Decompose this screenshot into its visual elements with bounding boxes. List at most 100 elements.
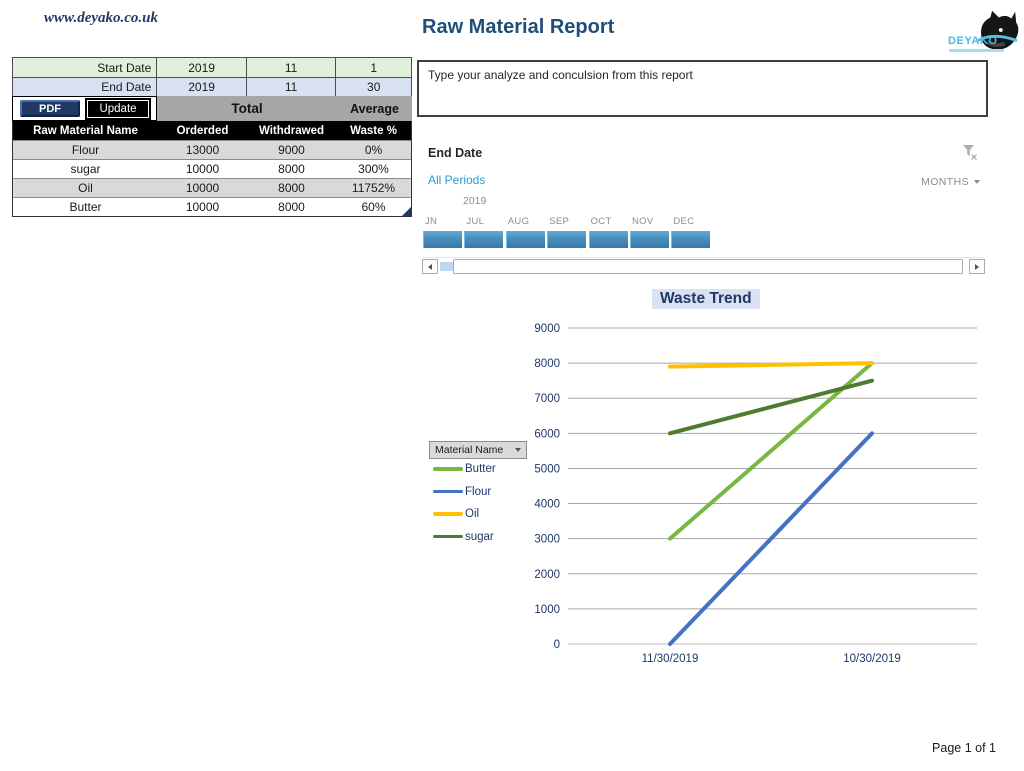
date-day-cell[interactable]: 1 bbox=[336, 58, 411, 77]
y-axis-tick-label: 8000 bbox=[534, 358, 560, 370]
legend-label: Flour bbox=[465, 486, 491, 498]
y-axis-tick-label: 2000 bbox=[534, 569, 560, 581]
value-cell: 8000 bbox=[247, 198, 336, 216]
column-header: Raw Material Name bbox=[13, 121, 158, 140]
y-axis-tick-label: 1000 bbox=[534, 604, 560, 616]
timeline-month-label: JUL bbox=[466, 216, 484, 227]
total-header: Total bbox=[157, 96, 337, 121]
series-line-Oil bbox=[670, 363, 872, 367]
timeline-year-label: 2019 bbox=[463, 195, 486, 207]
date-row-label: End Date bbox=[13, 78, 157, 96]
value-cell: 60% bbox=[336, 198, 411, 216]
logo-tagline bbox=[949, 49, 1004, 52]
scrollbar-track-fill bbox=[440, 262, 453, 271]
logo-text: DEYAKO bbox=[948, 35, 998, 47]
timeline-month-label: SEP bbox=[549, 216, 569, 227]
material-name-cell: Butter bbox=[13, 198, 158, 216]
legend-swatch bbox=[433, 467, 463, 471]
x-axis-tick-label: 11/30/2019 bbox=[642, 653, 699, 665]
table-row: Flour1300090000% bbox=[13, 140, 411, 159]
timeline-scrollbar bbox=[422, 257, 983, 273]
column-header: Waste % bbox=[336, 121, 411, 140]
date-row: End Date20191130 bbox=[13, 77, 411, 96]
timeline-slicer: End Date All Periods MONTHS 2019 JNJULAU… bbox=[417, 136, 988, 279]
value-cell: 8000 bbox=[247, 179, 336, 197]
legend-item: Flour bbox=[433, 485, 496, 499]
column-header: Withdrawed bbox=[247, 121, 336, 140]
timeline-month-label: NOV bbox=[632, 216, 654, 227]
chevron-down-icon bbox=[974, 180, 980, 184]
legend-label: Oil bbox=[465, 508, 479, 520]
page-number: Page 1 of 1 bbox=[932, 741, 996, 755]
timeline-selected-segment[interactable] bbox=[506, 231, 545, 248]
materials-table: Raw Material NameOrderdedWithdrawedWaste… bbox=[12, 121, 412, 217]
clear-filter-icon[interactable] bbox=[961, 144, 978, 165]
legend-swatch bbox=[433, 535, 463, 539]
value-cell: 10000 bbox=[158, 179, 247, 197]
legend-filter-dropdown[interactable]: Material Name bbox=[429, 441, 527, 459]
column-header: Orderded bbox=[158, 121, 247, 140]
right-arrow-icon bbox=[975, 264, 979, 270]
date-month-cell[interactable]: 11 bbox=[247, 58, 337, 77]
table-row: Butter10000800060% bbox=[13, 197, 411, 216]
wolf-logo-icon bbox=[972, 8, 1020, 54]
timeline-month-label: DEC bbox=[673, 216, 694, 227]
value-cell: 9000 bbox=[247, 141, 336, 159]
material-name-cell: sugar bbox=[13, 160, 158, 178]
scrollbar-thumb[interactable] bbox=[453, 259, 963, 274]
timeline-selected-segment[interactable] bbox=[464, 231, 503, 248]
update-button[interactable]: Update bbox=[87, 100, 149, 118]
legend-item: sugar bbox=[433, 530, 496, 544]
timeline-selected-segment[interactable] bbox=[671, 231, 710, 248]
pdf-button[interactable]: PDF bbox=[20, 100, 80, 117]
timeline-selected-segment[interactable] bbox=[547, 231, 586, 248]
button-group: PDF Update bbox=[12, 96, 157, 121]
y-axis-tick-label: 0 bbox=[554, 639, 560, 651]
timeline-granularity-dropdown[interactable]: MONTHS bbox=[921, 176, 980, 188]
timeline-period-label[interactable]: All Periods bbox=[428, 173, 485, 187]
page-title: Raw Material Report bbox=[422, 16, 614, 39]
date-row: Start Date2019111 bbox=[13, 58, 411, 77]
chevron-down-icon bbox=[515, 448, 521, 452]
report-page: www.deyako.co.uk Raw Material Report DEY… bbox=[0, 0, 1024, 771]
chart-title[interactable]: Waste Trend bbox=[652, 289, 760, 309]
legend-swatch bbox=[433, 512, 463, 516]
timeline-selected-segment[interactable] bbox=[589, 231, 628, 248]
site-url: www.deyako.co.uk bbox=[44, 10, 158, 27]
legend-item: Oil bbox=[433, 507, 496, 521]
analysis-notes-box[interactable]: Type your analyze and conculsion from th… bbox=[417, 60, 988, 117]
timeline-granularity-label: MONTHS bbox=[921, 176, 969, 188]
value-cell: 13000 bbox=[158, 141, 247, 159]
y-axis-tick-label: 6000 bbox=[534, 428, 560, 440]
value-cell: 8000 bbox=[247, 160, 336, 178]
material-name-cell: Oil bbox=[13, 179, 158, 197]
average-header: Average bbox=[337, 96, 412, 121]
chart-legend: Butter Flour Oil sugar bbox=[433, 462, 496, 552]
toolbar-row: PDF Update Total Average bbox=[12, 96, 412, 121]
scroll-right-button[interactable] bbox=[969, 259, 985, 274]
timeline-selected-segment[interactable] bbox=[630, 231, 669, 248]
company-logo: DEYAKO bbox=[942, 8, 1022, 62]
date-month-cell[interactable]: 11 bbox=[247, 78, 337, 96]
timeline-selected-segment[interactable] bbox=[423, 231, 462, 248]
legend-swatch bbox=[433, 490, 463, 494]
left-arrow-icon bbox=[428, 264, 432, 270]
legend-label: sugar bbox=[465, 531, 494, 543]
value-cell: 0% bbox=[336, 141, 411, 159]
material-name-cell: Flour bbox=[13, 141, 158, 159]
legend-label: Butter bbox=[465, 463, 496, 475]
table-corner-handle[interactable] bbox=[402, 207, 411, 216]
date-day-cell[interactable]: 30 bbox=[336, 78, 411, 96]
y-axis-tick-label: 9000 bbox=[534, 323, 560, 335]
value-cell: 10000 bbox=[158, 160, 247, 178]
date-year-cell[interactable]: 2019 bbox=[157, 78, 247, 96]
date-year-cell[interactable]: 2019 bbox=[157, 58, 247, 77]
timeline-month-label: AUG bbox=[508, 216, 530, 227]
y-axis-tick-label: 3000 bbox=[534, 534, 560, 546]
table-row: sugar100008000300% bbox=[13, 159, 411, 178]
table-row: Oil10000800011752% bbox=[13, 178, 411, 197]
scroll-left-button[interactable] bbox=[422, 259, 438, 274]
dates-table: Start Date2019111End Date20191130 bbox=[12, 57, 412, 97]
y-axis-tick-label: 4000 bbox=[534, 499, 560, 511]
legend-item: Butter bbox=[433, 462, 496, 476]
